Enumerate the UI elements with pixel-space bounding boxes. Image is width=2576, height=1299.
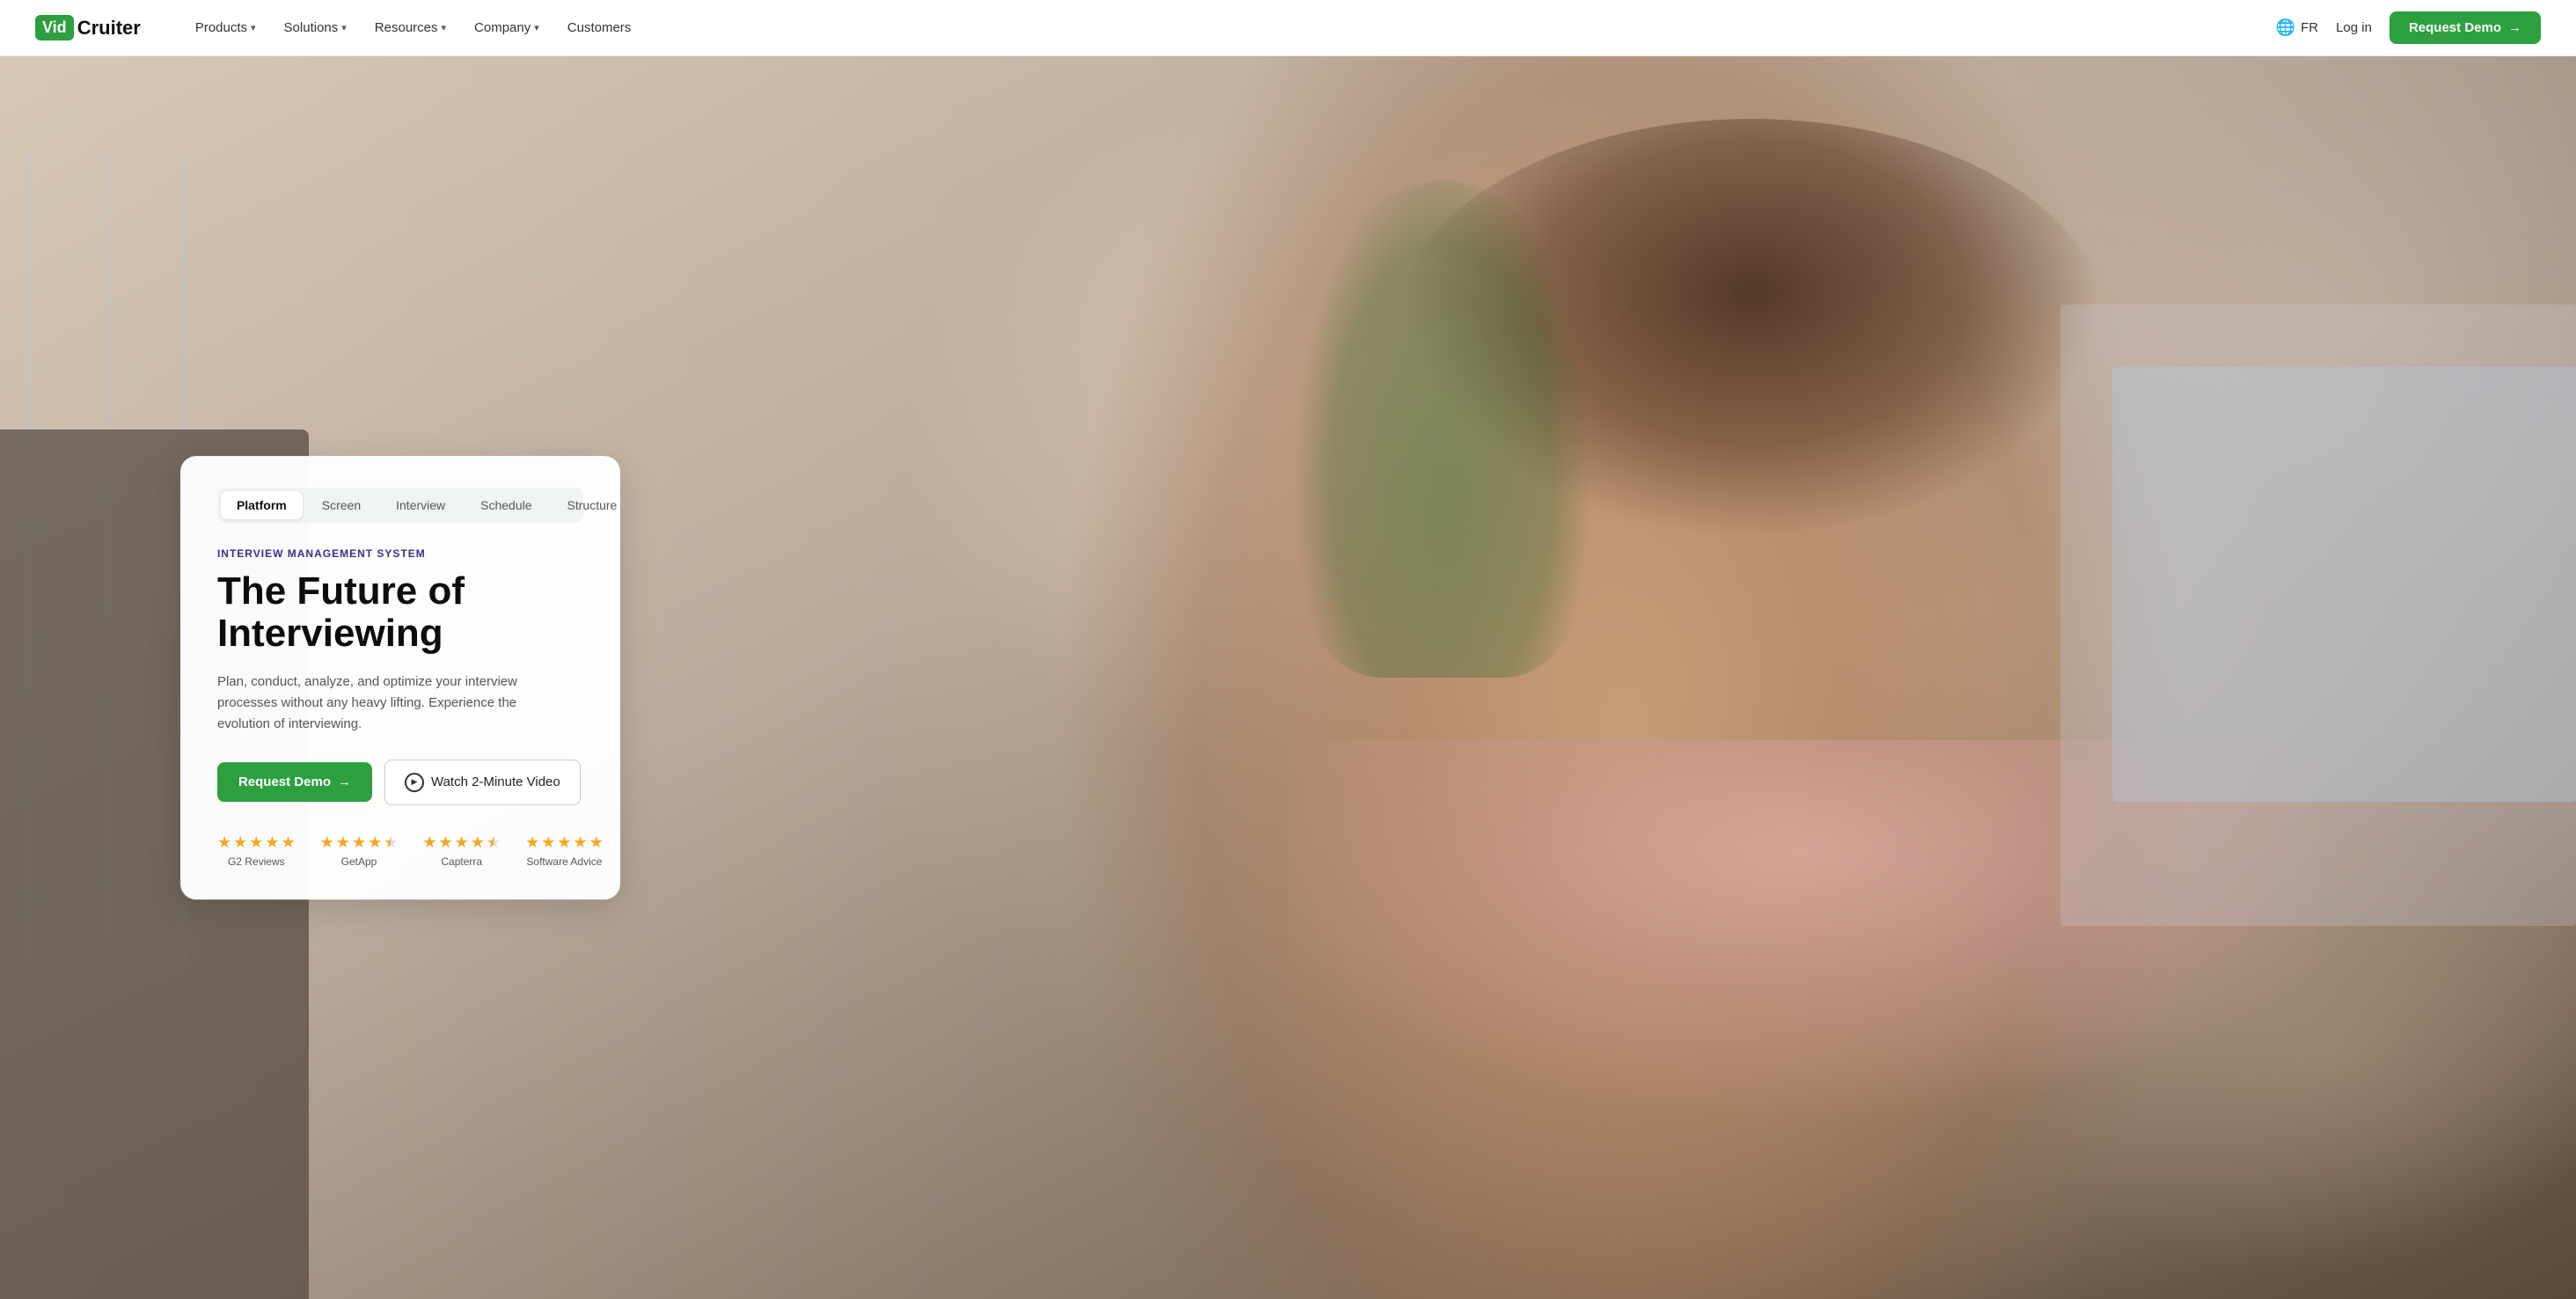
chevron-down-icon: ▾: [442, 22, 447, 33]
logo-vid: Vid: [35, 15, 74, 40]
tab-structure[interactable]: Structure: [552, 491, 633, 519]
tab-bar: Platform Screen Interview Schedule Struc…: [217, 488, 583, 523]
logo-cruiter: Cruiter: [77, 17, 141, 40]
ratings-row: ★ ★ ★ ★ ★ G2 Reviews ★ ★ ★ ★ ★ GetApp: [217, 833, 583, 868]
hero-title: The Future of Interviewing: [217, 570, 583, 656]
arrow-icon: →: [338, 774, 351, 789]
language-switcher[interactable]: 🌐 FR: [2276, 18, 2318, 37]
g2-label: G2 Reviews: [228, 855, 285, 868]
nav-item-company[interactable]: Company ▾: [462, 13, 552, 42]
hero-description: Plan, conduct, analyze, and optimize you…: [217, 672, 552, 735]
software-advice-label: Software Advice: [526, 855, 602, 868]
rating-g2: ★ ★ ★ ★ ★ G2 Reviews: [217, 833, 296, 868]
software-advice-stars: ★ ★ ★ ★ ★: [525, 833, 604, 852]
nav-item-products[interactable]: Products ▾: [183, 13, 268, 42]
chevron-down-icon: ▾: [251, 22, 256, 33]
watch-video-button[interactable]: ▶ Watch 2-Minute Video: [384, 760, 581, 805]
hero-card: Platform Screen Interview Schedule Struc…: [180, 456, 620, 899]
category-label: INTERVIEW MANAGEMENT SYSTEM: [217, 547, 583, 560]
rating-getapp: ★ ★ ★ ★ ★ GetApp: [320, 833, 399, 868]
rating-capterra: ★ ★ ★ ★ ★ Capterra: [422, 833, 501, 868]
request-demo-button[interactable]: Request Demo →: [217, 762, 372, 802]
nav-item-resources[interactable]: Resources ▾: [362, 13, 458, 42]
arrow-icon: →: [2508, 20, 2521, 35]
login-button[interactable]: Log in: [2336, 20, 2372, 35]
getapp-label: GetApp: [341, 855, 377, 868]
nav-links: Products ▾ Solutions ▾ Resources ▾ Compa…: [183, 13, 2276, 42]
request-demo-nav-button[interactable]: Request Demo →: [2389, 11, 2541, 44]
tab-platform[interactable]: Platform: [221, 491, 303, 519]
nav-item-solutions[interactable]: Solutions ▾: [272, 13, 359, 42]
tab-schedule[interactable]: Schedule: [465, 491, 547, 519]
navbar: Vid Cruiter Products ▾ Solutions ▾ Resou…: [0, 0, 2576, 56]
capterra-stars: ★ ★ ★ ★ ★: [422, 833, 501, 852]
tab-interview[interactable]: Interview: [380, 491, 461, 519]
rating-software-advice: ★ ★ ★ ★ ★ Software Advice: [525, 833, 604, 868]
nav-right: 🌐 FR Log in Request Demo →: [2276, 11, 2541, 44]
logo[interactable]: Vid Cruiter: [35, 15, 141, 40]
play-icon: ▶: [405, 773, 424, 792]
chevron-down-icon: ▾: [534, 22, 539, 33]
nav-item-customers[interactable]: Customers: [555, 13, 644, 42]
getapp-stars: ★ ★ ★ ★ ★: [320, 833, 399, 852]
globe-icon: 🌐: [2276, 18, 2295, 37]
chevron-down-icon: ▾: [341, 22, 347, 33]
g2-stars: ★ ★ ★ ★ ★: [217, 833, 296, 852]
tab-screen[interactable]: Screen: [306, 491, 377, 519]
hero-section: Platform Screen Interview Schedule Struc…: [0, 56, 2576, 1299]
capterra-label: Capterra: [441, 855, 482, 868]
cta-row: Request Demo → ▶ Watch 2-Minute Video: [217, 760, 583, 805]
